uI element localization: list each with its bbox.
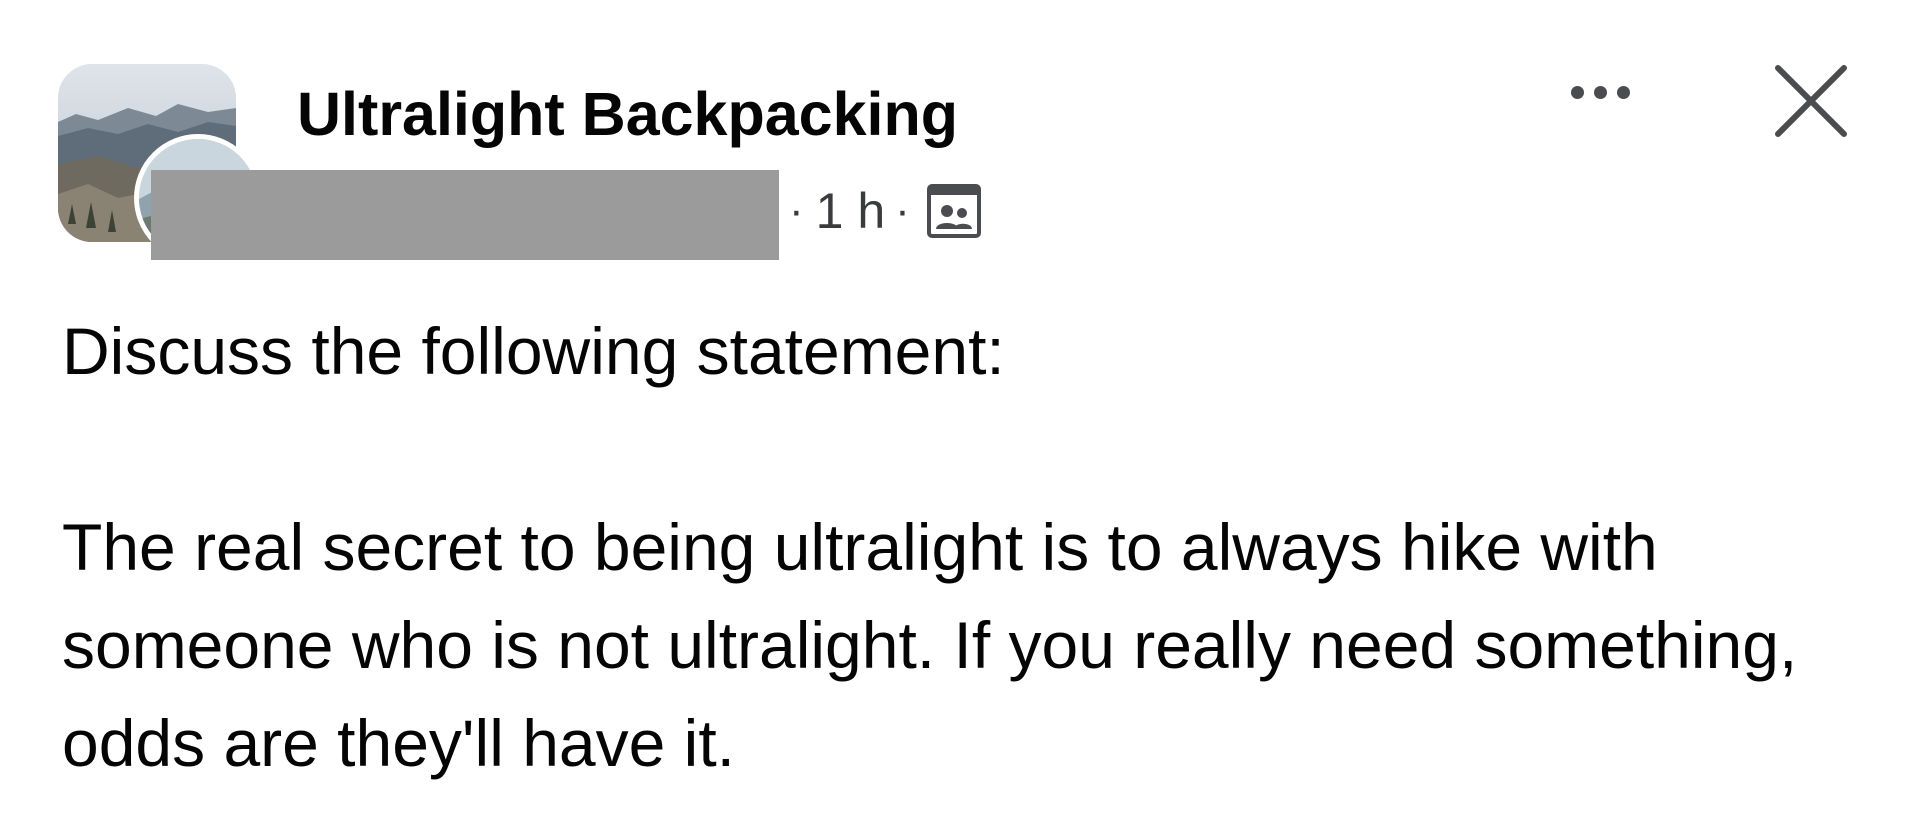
post-card: Ultralight Backpacking · 1 h · Discuss t… — [0, 0, 1920, 824]
close-button[interactable] — [1768, 58, 1854, 144]
group-name-link[interactable]: Ultralight Backpacking — [297, 72, 958, 156]
more-options-dot — [1616, 85, 1630, 99]
more-options-button[interactable] — [1545, 72, 1655, 112]
meta-separator: · — [895, 186, 910, 235]
post-intro-text: Discuss the following statement: — [62, 314, 1005, 388]
post-timestamp-link[interactable]: 1 h — [816, 182, 886, 240]
post-statement-text: The real secret to being ultralight is t… — [62, 510, 1798, 780]
group-members-icon[interactable] — [926, 183, 982, 239]
meta-separator: · — [789, 186, 804, 235]
post-body: Discuss the following statement: The rea… — [62, 302, 1862, 792]
close-icon — [1775, 65, 1847, 137]
more-options-icon — [1570, 85, 1584, 99]
redacted-author-name — [151, 170, 779, 260]
post-meta: · 1 h · — [785, 178, 982, 244]
more-options-dot — [1593, 85, 1607, 99]
